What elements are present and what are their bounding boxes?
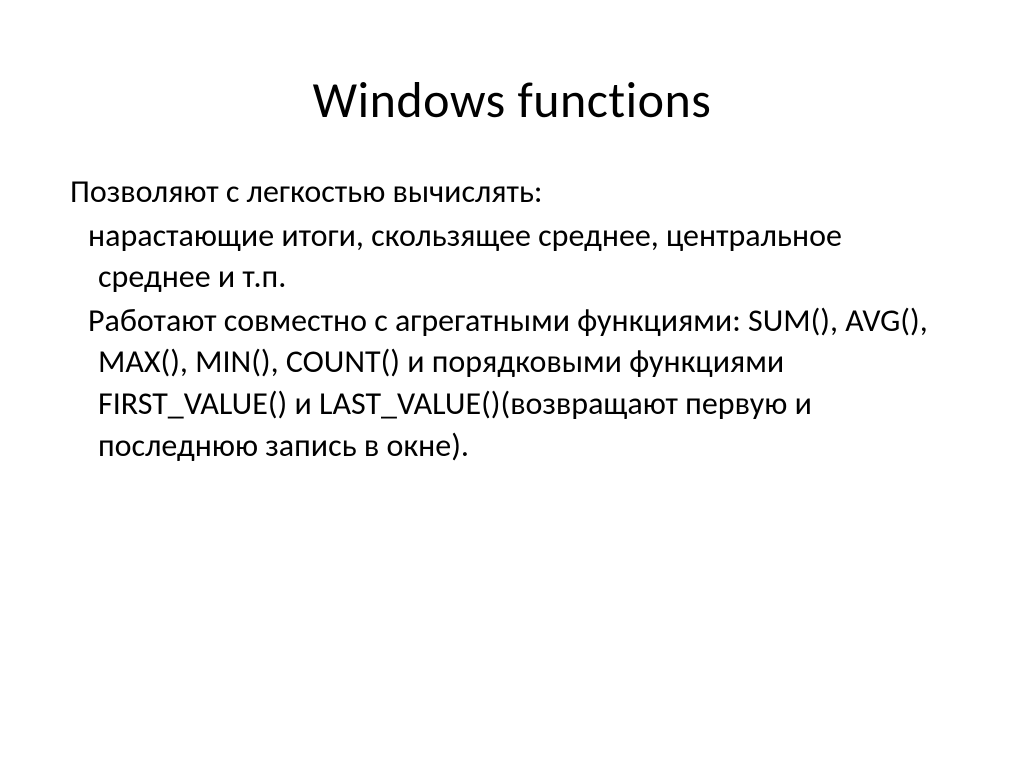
slide: Windows functions Позволяют с легкостью … xyxy=(0,0,1024,768)
slide-title: Windows functions xyxy=(70,70,954,131)
paragraph-1: Позволяют с легкостью вычислять: xyxy=(70,171,954,213)
paragraph-2: нарастающие итоги, скользящее среднее, ц… xyxy=(70,215,954,298)
paragraph-3: Работают совместно с агрегатными функция… xyxy=(70,300,954,466)
slide-body: Позволяют с легкостью вычислять: нараста… xyxy=(70,171,954,466)
